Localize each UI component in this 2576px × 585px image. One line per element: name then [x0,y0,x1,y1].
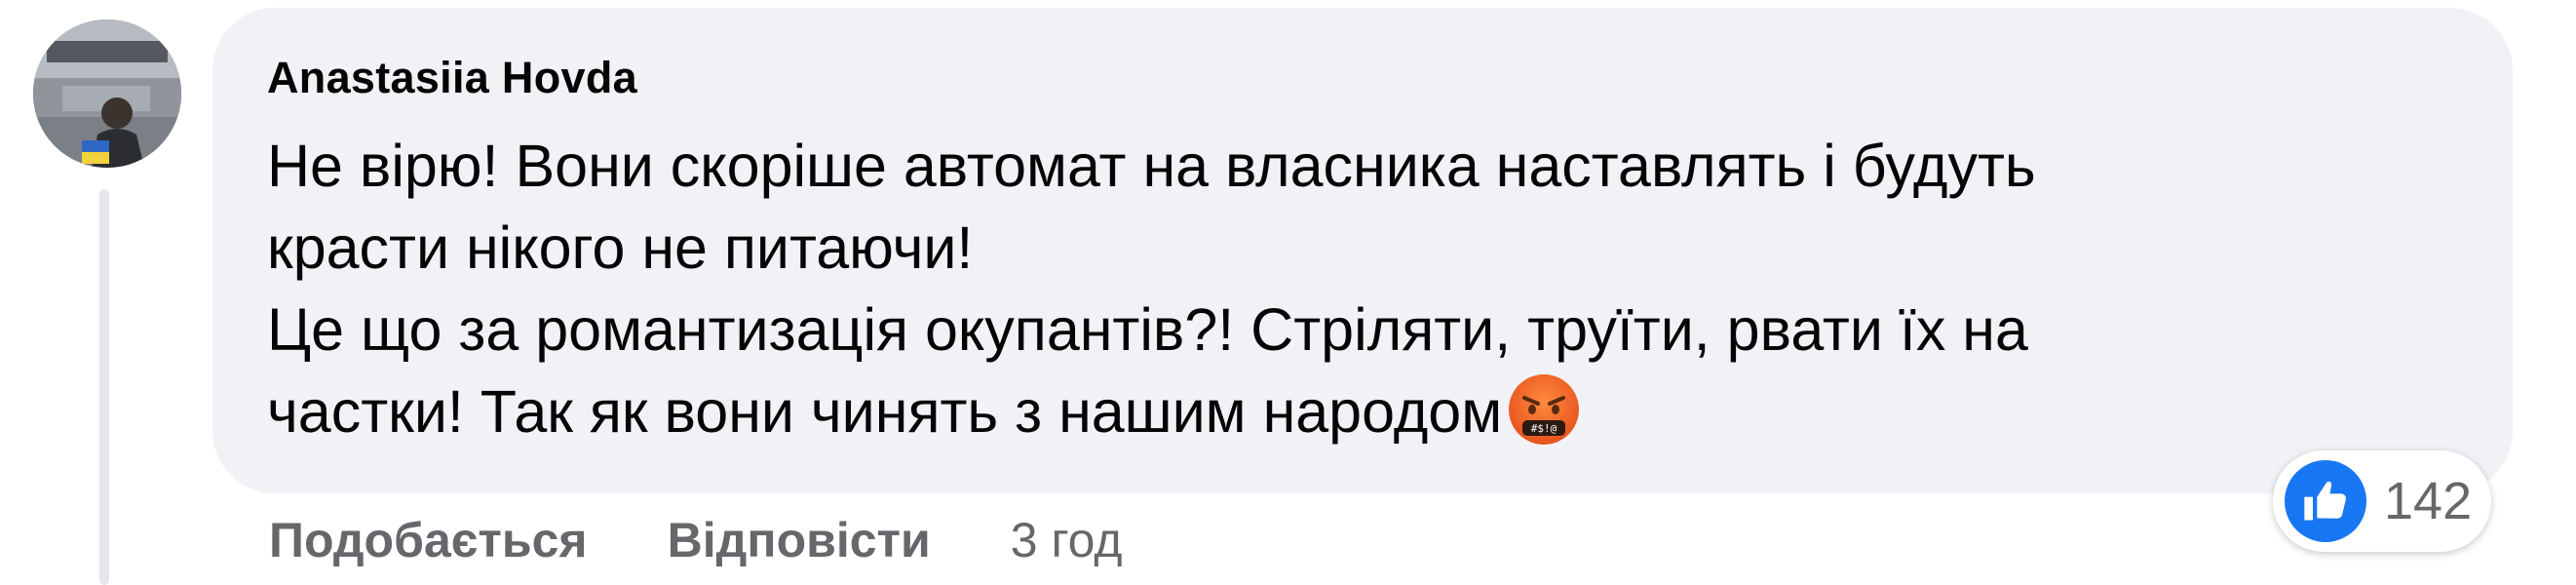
comment-bubble: Anastasiia Hovda Не вірю! Вони скоріше а… [212,8,2513,493]
like-button[interactable]: Подобається [269,512,588,568]
thumbs-up-icon [2285,460,2366,542]
comment-author[interactable]: Anastasiia Hovda [267,53,637,103]
comment-body: Не вірю! Вони скоріше автомат на власник… [267,125,2392,452]
angry-face-with-symbols-icon: #$!@ [1506,371,1582,448]
comment-actions: Подобається Відповісти 3 год [269,509,1123,571]
reaction-count: 142 [2384,472,2473,530]
reply-button[interactable]: Відповісти [668,512,931,568]
svg-text:#$!@: #$!@ [1531,422,1557,435]
comment-text: Не вірю! Вони скоріше автомат на власник… [267,133,2036,445]
avatar[interactable] [33,20,181,168]
avatar-photo [33,20,181,168]
thread-line [99,189,109,585]
reactions-summary[interactable]: 142 [2273,450,2492,552]
comment-timestamp[interactable]: 3 год [1011,512,1123,568]
